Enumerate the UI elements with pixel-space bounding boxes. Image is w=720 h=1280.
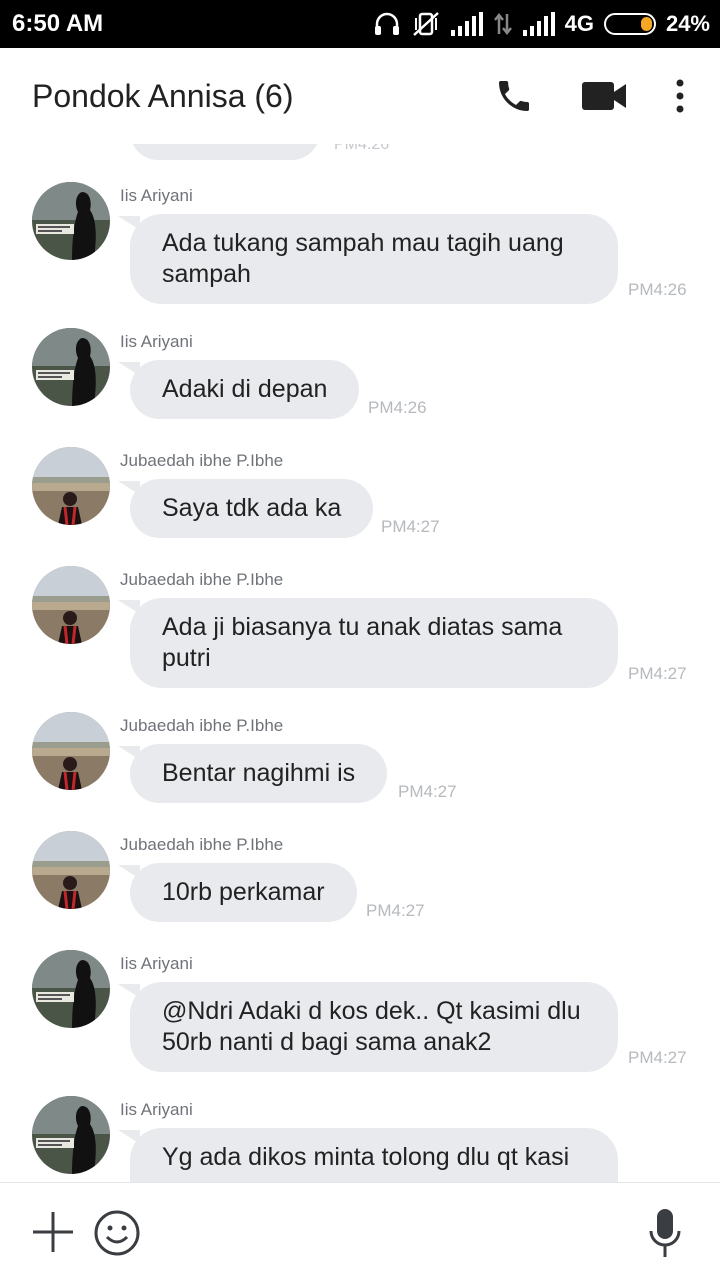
message-text: @Ndri Adaki d kos dek.. Qt kasimi dlu 50… bbox=[162, 997, 581, 1056]
message-text: Ada ji biasanya tu anak diatas sama putr… bbox=[162, 613, 563, 672]
network-type: 4G bbox=[564, 11, 594, 36]
signal-icon bbox=[522, 12, 555, 36]
phone-icon[interactable] bbox=[494, 76, 534, 121]
chat-title[interactable]: Pondok Annisa (6) bbox=[32, 78, 294, 115]
microphone-icon[interactable] bbox=[648, 1207, 682, 1264]
more-vertical-icon[interactable] bbox=[674, 78, 686, 119]
message-bubble[interactable]: Yg ada dikos minta tolong dlu qt kasi bbox=[118, 1128, 618, 1182]
sender-name: Jubaedah ibhe P.Ibhe bbox=[120, 451, 284, 470]
sender-name: Jubaedah ibhe P.Ibhe bbox=[120, 570, 284, 589]
message-text: Bentar nagihmi is bbox=[162, 759, 356, 787]
sender-name: Jubaedah ibhe P.Ibhe bbox=[120, 835, 284, 854]
message-bubble[interactable]: 10rb perkamar bbox=[118, 863, 357, 922]
data-arrows-icon bbox=[493, 12, 513, 36]
message-bubble[interactable]: Bentar nagihmi is bbox=[117, 744, 388, 803]
sender-name: Iis Ariyani bbox=[120, 332, 193, 351]
message-text: Adaki di depan bbox=[162, 375, 328, 403]
sender-name: Jubaedah ibhe P.Ibhe bbox=[120, 716, 284, 735]
status-time: 6:50 AM bbox=[12, 10, 104, 37]
message-bubble[interactable]: Saya tdk ada ka bbox=[117, 479, 374, 538]
message-list[interactable]: PM4:26 Iis Ariyani Ada tukang sampah mau… bbox=[0, 144, 720, 1182]
message-bubble[interactable]: Ada tukang sampah mau tagih uang sampah bbox=[118, 214, 618, 304]
avatar[interactable] bbox=[32, 1096, 110, 1174]
message-time: PM4:27 bbox=[381, 517, 440, 536]
avatar[interactable] bbox=[32, 328, 110, 406]
avatar[interactable] bbox=[32, 712, 110, 790]
status-bar: 6:50 AM 4G 24% bbox=[0, 0, 720, 48]
message-time: PM4:26 bbox=[334, 144, 390, 153]
avatar[interactable] bbox=[32, 950, 110, 1028]
video-call-icon[interactable] bbox=[582, 80, 628, 117]
battery-icon bbox=[603, 13, 656, 35]
message-text: Saya tdk ada ka bbox=[162, 494, 342, 522]
message-bubble[interactable]: Adaki di depan bbox=[117, 360, 360, 419]
message-bubble[interactable]: Ada ji biasanya tu anak diatas sama putr… bbox=[118, 598, 618, 688]
headphones-icon bbox=[373, 11, 401, 37]
message-time: PM4:26 bbox=[628, 280, 687, 299]
avatar[interactable] bbox=[32, 566, 110, 644]
sender-name: Iis Ariyani bbox=[120, 186, 193, 205]
input-bar bbox=[0, 1182, 720, 1280]
avatar[interactable] bbox=[32, 831, 110, 909]
chat-header: Pondok Annisa (6) bbox=[0, 48, 720, 144]
message-text: Yg ada dikos minta tolong dlu qt kasi bbox=[162, 1143, 570, 1171]
sender-name: Iis Ariyani bbox=[120, 1100, 193, 1119]
message-time: PM4:27 bbox=[366, 901, 425, 920]
battery-level bbox=[640, 17, 652, 31]
avatar[interactable] bbox=[32, 182, 110, 260]
status-icons: 4G 24% bbox=[373, 9, 710, 39]
message-time: PM4:26 bbox=[368, 398, 427, 417]
avatar[interactable] bbox=[32, 447, 110, 525]
message-bubble[interactable]: @Ndri Adaki d kos dek.. Qt kasimi dlu 50… bbox=[118, 982, 618, 1072]
message-time: PM4:27 bbox=[628, 664, 687, 683]
vibrate-off-icon bbox=[411, 11, 441, 37]
emoji-icon[interactable] bbox=[93, 1209, 141, 1262]
message-bubble-partial bbox=[130, 144, 320, 160]
message-text: 10rb perkamar bbox=[162, 878, 325, 906]
signal-icon bbox=[450, 12, 483, 36]
plus-icon[interactable] bbox=[30, 1209, 76, 1260]
sender-name: Iis Ariyani bbox=[120, 954, 193, 973]
battery-percent: 24% bbox=[665, 11, 710, 36]
message-time: PM4:27 bbox=[398, 782, 457, 801]
message-time: PM4:27 bbox=[628, 1048, 687, 1067]
message-text: Ada tukang sampah mau tagih uang sampah bbox=[162, 229, 564, 288]
